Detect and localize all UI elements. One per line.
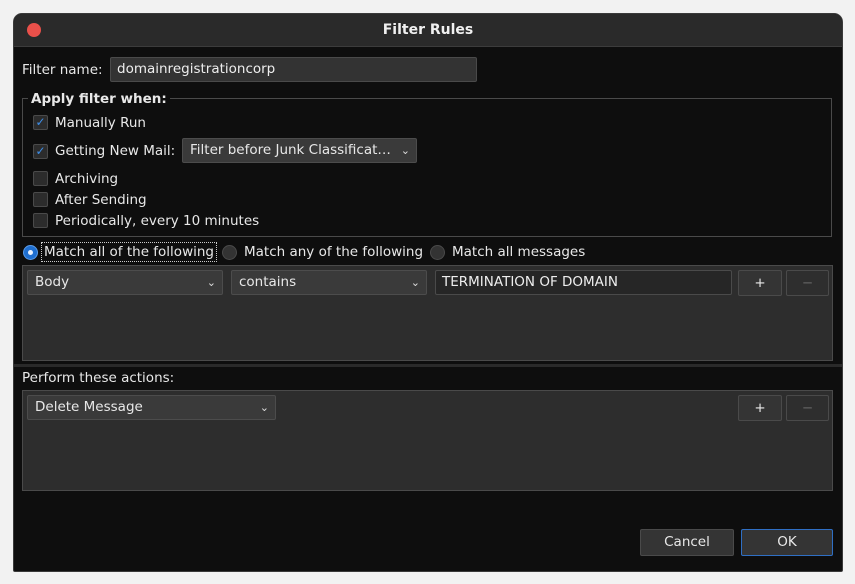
action-select[interactable]: Delete Message ⌄ — [27, 395, 276, 420]
chevron-down-icon: ⌄ — [206, 276, 216, 289]
match-any-label[interactable]: Match any of the following — [244, 243, 423, 261]
remove-condition-button[interactable]: − — [786, 270, 829, 296]
chevron-down-icon: ⌄ — [400, 144, 410, 157]
title-bar: Filter Rules — [14, 14, 842, 47]
archiving-label[interactable]: Archiving — [55, 170, 118, 188]
filter-name-input[interactable]: domainregistrationcorp — [110, 57, 477, 82]
after-sending-label[interactable]: After Sending — [55, 191, 147, 209]
filter-name-label: Filter name: — [22, 62, 103, 78]
chevron-down-icon: ⌄ — [259, 401, 269, 414]
archiving-checkbox[interactable] — [33, 171, 48, 186]
match-all-messages-radio[interactable] — [430, 245, 445, 260]
chevron-down-icon: ⌄ — [410, 276, 420, 289]
new-mail-timing-value: Filter before Junk Classificat… — [190, 142, 391, 158]
action-value: Delete Message — [35, 399, 143, 415]
getting-new-mail-checkbox[interactable]: ✓ — [33, 144, 48, 159]
periodically-label[interactable]: Periodically, every 10 minutes — [55, 212, 259, 230]
condition-operator-select[interactable]: contains ⌄ — [231, 270, 427, 295]
add-action-button[interactable]: + — [738, 395, 782, 421]
manually-run-label[interactable]: Manually Run — [55, 114, 146, 132]
condition-operator-value: contains — [239, 274, 297, 290]
match-all-radio[interactable] — [23, 245, 38, 260]
manually-run-checkbox[interactable]: ✓ — [33, 115, 48, 130]
perform-actions-label: Perform these actions: — [22, 370, 175, 386]
getting-new-mail-label[interactable]: Getting New Mail: — [55, 142, 175, 160]
match-all-messages-label[interactable]: Match all messages — [452, 243, 585, 261]
add-condition-button[interactable]: + — [738, 270, 782, 296]
window-title: Filter Rules — [382, 22, 474, 38]
condition-value-input[interactable]: TERMINATION OF DOMAIN — [435, 270, 732, 295]
condition-field-select[interactable]: Body ⌄ — [27, 270, 223, 295]
match-any-radio[interactable] — [222, 245, 237, 260]
ok-button[interactable]: OK — [741, 529, 833, 556]
cancel-button[interactable]: Cancel — [640, 529, 734, 556]
splitter-handle[interactable] — [14, 364, 842, 367]
after-sending-checkbox[interactable] — [33, 192, 48, 207]
remove-action-button[interactable]: − — [786, 395, 829, 421]
new-mail-timing-select[interactable]: Filter before Junk Classificat… ⌄ — [182, 138, 417, 163]
periodically-checkbox[interactable] — [33, 213, 48, 228]
condition-field-value: Body — [35, 274, 70, 290]
apply-filter-legend: Apply filter when: — [28, 90, 170, 108]
match-all-label[interactable]: Match all of the following — [41, 242, 217, 262]
